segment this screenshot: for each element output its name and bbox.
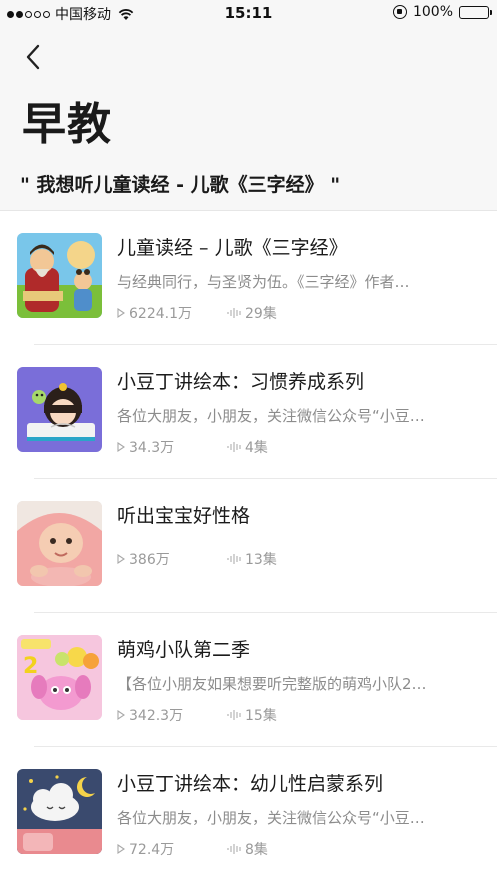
item-title: 小豆丁讲绘本：习惯养成系列 (117, 371, 365, 393)
episode-count: 15集 (245, 708, 277, 724)
page-header: 早教 " 我想听儿童读经 - 儿歌《三字经》 " (0, 30, 497, 210)
episode-count: 4集 (245, 440, 268, 456)
play-count: 72.4万 (129, 842, 175, 858)
item-meta: 342.3万 15集 (117, 705, 277, 725)
episodes-icon (227, 554, 241, 564)
battery-icon (459, 5, 492, 19)
item-title: 小豆丁讲绘本：幼儿性启蒙系列 (117, 773, 384, 795)
item-meta: 34.3万 4集 (117, 437, 268, 457)
thumb-cloud-moon (17, 769, 102, 854)
thumb-girl-book (17, 367, 102, 452)
episode-count: 8集 (245, 842, 268, 858)
item-meta: 72.4万 8集 (117, 839, 268, 859)
list-item[interactable]: 小豆丁讲绘本：幼儿性启蒙系列 各位大朋友，小朋友，关注微信公众号“小豆… 72.… (0, 747, 497, 881)
item-title: 萌鸡小队第二季 (117, 639, 251, 661)
back-chevron-icon[interactable] (22, 42, 46, 72)
play-count-icon (117, 844, 125, 854)
status-bar: 中国移动 15:11 100% (0, 0, 497, 30)
episodes-icon (227, 442, 241, 452)
item-description: 各位大朋友，小朋友，关注微信公众号“小豆… (117, 407, 425, 425)
play-count-icon (117, 442, 125, 452)
item-description: 与经典同行，与圣贤为伍。《三字经》作者… (117, 273, 410, 291)
item-description: 各位大朋友，小朋友，关注微信公众号“小豆… (117, 809, 425, 827)
play-count-icon (117, 308, 125, 318)
list-item[interactable]: 小豆丁讲绘本：习惯养成系列 各位大朋友，小朋友，关注微信公众号“小豆… 34.3… (0, 345, 497, 479)
battery-percent: 100% (412, 4, 453, 20)
item-meta: 386万 13集 (117, 549, 277, 569)
play-count: 342.3万 (129, 708, 184, 724)
play-count: 386万 (129, 552, 170, 568)
episodes-icon (227, 844, 241, 854)
episodes-icon (227, 710, 241, 720)
item-title: 儿童读经 – 儿歌《三字经》 (117, 237, 348, 259)
thumb-baby (17, 501, 102, 586)
thumb-sanzijing (17, 233, 102, 318)
item-title: 听出宝宝好性格 (117, 505, 251, 527)
album-list: 儿童读经 – 儿歌《三字经》 与经典同行，与圣贤为伍。《三字经》作者… 6224… (0, 211, 497, 881)
play-count: 6224.1万 (129, 306, 192, 322)
episodes-icon (227, 308, 241, 318)
play-count-icon (117, 554, 125, 564)
list-item[interactable]: 2 萌鸡小队第二季 【各位小朋友如果想要听完整版的萌鸡小队2… 342.3万 1… (0, 613, 497, 747)
list-item[interactable]: 听出宝宝好性格 386万 13集 (0, 479, 497, 613)
status-right: 100% (392, 4, 492, 20)
item-description: 【各位小朋友如果想要听完整版的萌鸡小队2… (117, 675, 427, 693)
item-meta: 6224.1万 29集 (117, 303, 277, 323)
play-count: 34.3万 (129, 440, 175, 456)
episode-count: 29集 (245, 306, 277, 322)
list-item[interactable]: 儿童读经 – 儿歌《三字经》 与经典同行，与圣贤为伍。《三字经》作者… 6224… (0, 211, 497, 345)
svg-text:2: 2 (23, 654, 38, 679)
thumb-chicks: 2 (17, 635, 102, 720)
voice-query-text: " 我想听儿童读经 - 儿歌《三字经》 " (20, 174, 341, 196)
episode-count: 13集 (245, 552, 277, 568)
page-title: 早教 (22, 99, 112, 150)
rotation-lock-icon (392, 5, 407, 19)
play-count-icon (117, 710, 125, 720)
